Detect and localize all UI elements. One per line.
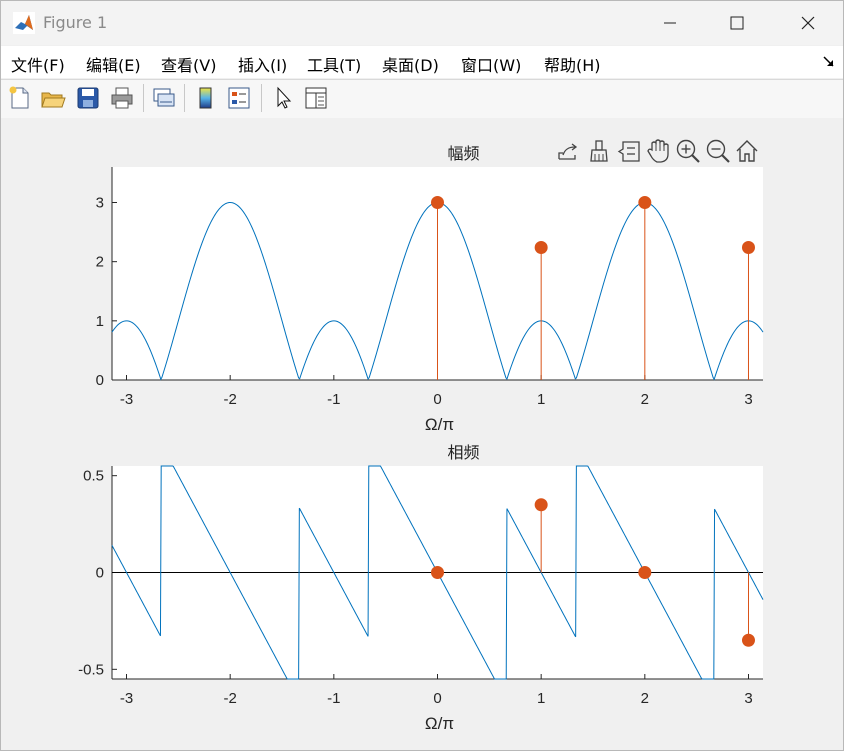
toolbar-separator [261,84,262,112]
close-icon [801,16,815,30]
zoom-in-icon[interactable] [676,139,700,163]
y-tick-label: 0 [96,372,104,389]
y-tick-label: 3 [96,195,104,212]
export-icon[interactable] [558,143,578,160]
toolbar-separator [184,84,185,112]
home-icon[interactable] [736,140,758,162]
open-file-icon[interactable] [40,85,66,111]
x-axis-label: Ω/π [425,714,454,733]
stem-marker [741,633,755,647]
stem-marker [431,566,444,579]
x-tick-label: 3 [744,690,752,707]
stem-marker [431,196,444,209]
menu-bar: 文件(F) 编辑(E) 查看(V) 插入(I) 工具(T) 桌面(D) 窗口(W… [1,46,843,78]
x-tick-label: 3 [744,391,752,408]
x-tick-label: 1 [537,690,545,707]
stem-marker [741,240,755,254]
dock-arrow-icon[interactable] [823,56,835,68]
minimize-button[interactable] [655,9,685,37]
x-axis-label: Ω/π [425,415,454,434]
phase-axes[interactable]: 相频 -3 -2 -1 0 1 2 3 0.5 0 -0.5 Ω/π [78,444,764,733]
x-tick-label: -2 [224,391,237,408]
x-tick-label: -1 [327,690,340,707]
property-inspector-icon[interactable] [303,85,329,111]
matlab-icon [13,12,35,34]
y-tick-label: 1 [96,313,104,330]
stem-marker [534,498,548,512]
axes-title: 相频 [447,444,479,462]
stem-marker [638,566,652,579]
toolbar-separator [143,84,144,112]
x-tick-label: -3 [120,690,133,707]
y-tick-label: 0.5 [83,468,104,485]
x-tick-label: 0 [433,391,441,408]
maximize-icon [730,16,744,30]
data-tips-icon[interactable] [617,141,640,162]
x-tick-label: 1 [537,391,545,408]
maximize-button[interactable] [722,9,752,37]
stem-marker [638,196,652,209]
menu-help[interactable]: 帮助(H) [544,52,601,76]
y-tick-label: -0.5 [78,661,104,678]
colorbar-icon[interactable] [193,85,219,111]
link-plot-icon[interactable] [151,85,177,111]
title-bar: Figure 1 [1,1,843,45]
brush-icon[interactable] [590,140,608,162]
x-tick-label: -2 [224,690,237,707]
menu-insert[interactable]: 插入(I) [238,52,287,76]
print-icon[interactable] [109,85,135,111]
menu-edit[interactable]: 编辑(E) [86,52,141,76]
x-tick-label: -1 [327,391,340,408]
figure-toolbar [1,79,843,119]
legend-icon[interactable] [226,85,252,111]
axes-toolbar [558,139,758,163]
stem-marker [534,240,548,254]
magnitude-axes[interactable]: 幅频 -3 -2 -1 0 1 2 3 0 1 2 3 Ω/π [96,145,764,434]
x-tick-label: 0 [433,690,441,707]
x-tick-label: 2 [641,690,649,707]
edit-plot-icon[interactable] [271,85,297,111]
save-icon[interactable] [75,85,101,111]
menu-view[interactable]: 查看(V) [161,52,216,76]
x-tick-label: -3 [120,391,133,408]
figure-canvas: 幅频 -3 -2 -1 0 1 2 3 0 1 2 3 Ω/π 相频 -3 -2 -1 0 1 2 3 0.5 0 -0.5… [1,118,843,750]
x-tick-label: 2 [641,391,649,408]
figure-window: Figure 1 文件(F) 编辑(E) 查看(V) 插入(I) 工具(T) 桌… [0,0,844,751]
axes-title: 幅频 [447,145,479,163]
window-title: Figure 1 [43,13,108,32]
close-button[interactable] [793,9,823,37]
minimize-icon [664,22,676,24]
y-tick-label: 0 [96,565,104,582]
new-figure-icon[interactable] [7,85,33,111]
menu-desktop[interactable]: 桌面(D) [382,52,439,76]
menu-window[interactable]: 窗口(W) [461,52,521,76]
menu-tools[interactable]: 工具(T) [307,52,361,76]
pan-icon[interactable] [647,139,669,163]
y-tick-label: 2 [96,254,104,271]
zoom-out-icon[interactable] [706,139,730,163]
plots-svg: 幅频 -3 -2 -1 0 1 2 3 0 1 2 3 Ω/π 相频 -3 -2 -1 0 1 2 3 0.5 0 -0.5… [78,139,764,733]
menu-file[interactable]: 文件(F) [11,52,65,76]
